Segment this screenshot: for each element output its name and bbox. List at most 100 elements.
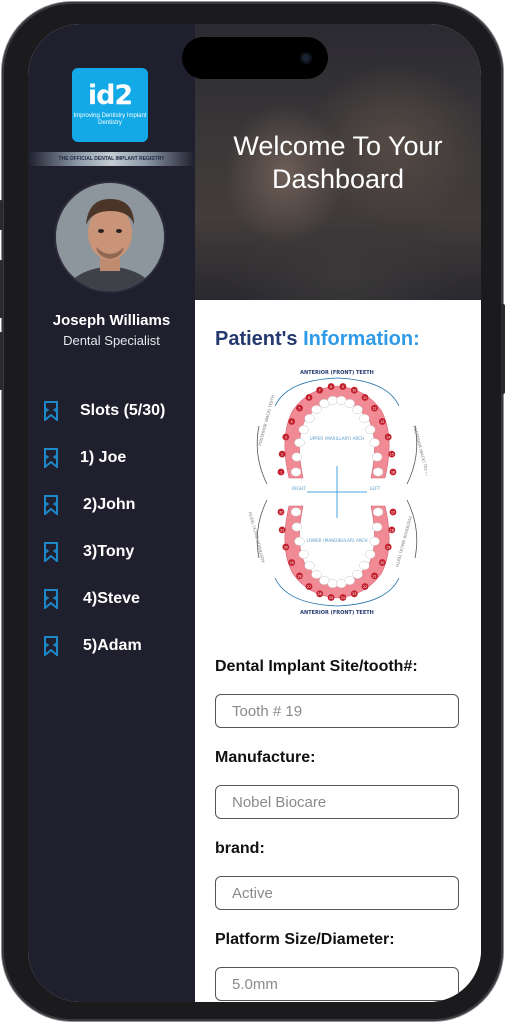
brand-input[interactable] <box>215 876 459 910</box>
volume-up-button <box>0 260 3 318</box>
platform-size-input[interactable] <box>215 967 459 1001</box>
phone-frame: id2 Improving Dentistry Implant Dentistr… <box>0 2 505 1021</box>
tooth-number: 22 <box>363 585 367 589</box>
lower-tooth <box>290 507 302 517</box>
lower-tooth <box>344 576 355 585</box>
bookmark-icon <box>44 636 58 656</box>
logo-tagline: Improving Dentistry Implant Dentistry <box>73 113 147 126</box>
left-label: LEFT <box>370 486 381 492</box>
posterior-label-lr: POSTERIOR (BACK) TEETH <box>394 516 412 568</box>
anterior-bottom-label: ANTERIOR (FRONT) TEETH <box>300 610 374 616</box>
slot-label: 1) Joe <box>80 449 127 466</box>
title-part-information: Information: <box>303 328 420 350</box>
lower-tooth <box>298 549 310 559</box>
tooth-number: 11 <box>363 396 367 400</box>
slot-label: 5)Adam <box>83 637 142 654</box>
tooth-number: 24 <box>341 596 345 600</box>
power-button <box>501 304 505 394</box>
avatar[interactable] <box>54 181 166 293</box>
sidebar: id2 Improving Dentistry Implant Dentistr… <box>28 24 195 1002</box>
bookmark-icon <box>44 589 58 609</box>
tooth-number: 14 <box>386 435 390 439</box>
slot-label: 3)Tony <box>83 543 135 560</box>
slot-item-tony[interactable]: 3)Tony <box>44 541 134 563</box>
anterior-top-label: ANTERIOR (FRONT) TEETH <box>300 370 374 376</box>
lower-tooth <box>364 549 376 559</box>
lower-tooth <box>294 536 305 546</box>
screen: id2 Improving Dentistry Implant Dentistr… <box>28 24 481 1002</box>
logo-text: id2 <box>87 80 133 111</box>
tooth-number: 7 <box>319 389 321 393</box>
dental-chart[interactable]: ANTERIOR (FRONT) TEETH ANTERIOR (FRONT) … <box>247 366 427 618</box>
lower-tooth <box>352 569 363 579</box>
upper-tooth <box>344 399 355 408</box>
tooth-number: 13 <box>380 420 384 424</box>
tooth-number: 2 <box>281 453 283 457</box>
bookmark-icon <box>44 542 58 562</box>
posterior-label-ll: POSTERIOR (BACK) TEETH <box>248 511 266 563</box>
welcome-title: Welcome To Your Dashboard <box>233 131 443 194</box>
bookmark-icon <box>44 495 58 515</box>
dynamic-island <box>182 37 328 79</box>
tooth-number: 5 <box>298 407 300 411</box>
tooth-number: 18 <box>390 528 394 532</box>
slots-header[interactable]: Slots (5/30) <box>44 400 165 422</box>
platform-size-label: Platform Size/Diameter: <box>215 931 395 948</box>
manufacture-input[interactable] <box>215 785 459 819</box>
user-role: Dental Specialist <box>63 333 160 348</box>
camera-icon <box>300 52 312 64</box>
implant-site-input[interactable] <box>215 694 459 728</box>
slots-count-label: Slots (5/30) <box>80 402 166 419</box>
upper-tooth <box>371 452 383 462</box>
brand-label: brand: <box>215 840 265 857</box>
tooth-number: 21 <box>372 574 376 578</box>
upper-tooth <box>304 414 315 423</box>
lower-tooth <box>371 522 383 532</box>
volume-down-button <box>0 332 3 390</box>
tooth-number: 23 <box>352 592 356 596</box>
tooth-number: 16 <box>391 470 395 474</box>
tooth-number: 20 <box>380 561 384 565</box>
tooth-number: 25 <box>329 596 333 600</box>
action-button <box>0 200 3 230</box>
upper-arch-label: UPPER (MAXILLARY) ARCH <box>310 436 365 441</box>
lower-tooth <box>359 561 370 570</box>
registry-banner: THE OFFICIAL DENTAL IMPLANT REGISTRY <box>28 152 195 166</box>
slot-item-adam[interactable]: 5)Adam <box>44 635 142 657</box>
lower-tooth <box>369 536 380 546</box>
slot-label: 4)Steve <box>83 590 140 607</box>
tooth-number: 28 <box>297 574 301 578</box>
avatar-portrait-icon <box>56 183 164 291</box>
slot-label: 2)John <box>83 496 136 513</box>
slot-item-joe[interactable]: 1) Joe <box>44 447 126 469</box>
bookmark-icon <box>44 401 58 421</box>
lower-tooth <box>291 522 303 532</box>
posterior-label-ul: POSTERIOR (BACK) TEETH <box>257 394 275 446</box>
bookmark-icon <box>44 448 58 468</box>
lower-arch-label: LOWER (MANDIBULAR) ARCH <box>307 538 368 543</box>
tooth-number: 9 <box>342 385 344 389</box>
slot-item-steve[interactable]: 4)Steve <box>44 588 140 610</box>
upper-tooth <box>369 438 380 448</box>
lower-tooth <box>372 507 384 517</box>
upper-tooth <box>359 414 370 423</box>
tooth-number: 1 <box>280 470 282 474</box>
tooth-number: 30 <box>284 545 288 549</box>
patient-info-title: Patient's Information: <box>215 328 420 351</box>
right-label: RIGHT <box>292 486 306 492</box>
upper-tooth <box>294 438 305 448</box>
upper-tooth <box>311 405 322 415</box>
title-part-patient: Patient's <box>215 328 298 350</box>
tooth-number: 17 <box>391 510 395 514</box>
tooth-number: 19 <box>386 545 390 549</box>
tooth-number: 27 <box>307 585 311 589</box>
upper-tooth <box>372 467 384 477</box>
id2-logo[interactable]: id2 Improving Dentistry Implant Dentistr… <box>72 68 148 142</box>
tooth-number: 15 <box>390 453 394 457</box>
tooth-number: 10 <box>352 389 356 393</box>
lower-tooth <box>304 561 315 570</box>
registry-text: THE OFFICIAL DENTAL IMPLANT REGISTRY <box>58 156 165 162</box>
slot-item-john[interactable]: 2)John <box>44 494 135 516</box>
upper-tooth <box>290 467 302 477</box>
tooth-number: 29 <box>290 561 294 565</box>
